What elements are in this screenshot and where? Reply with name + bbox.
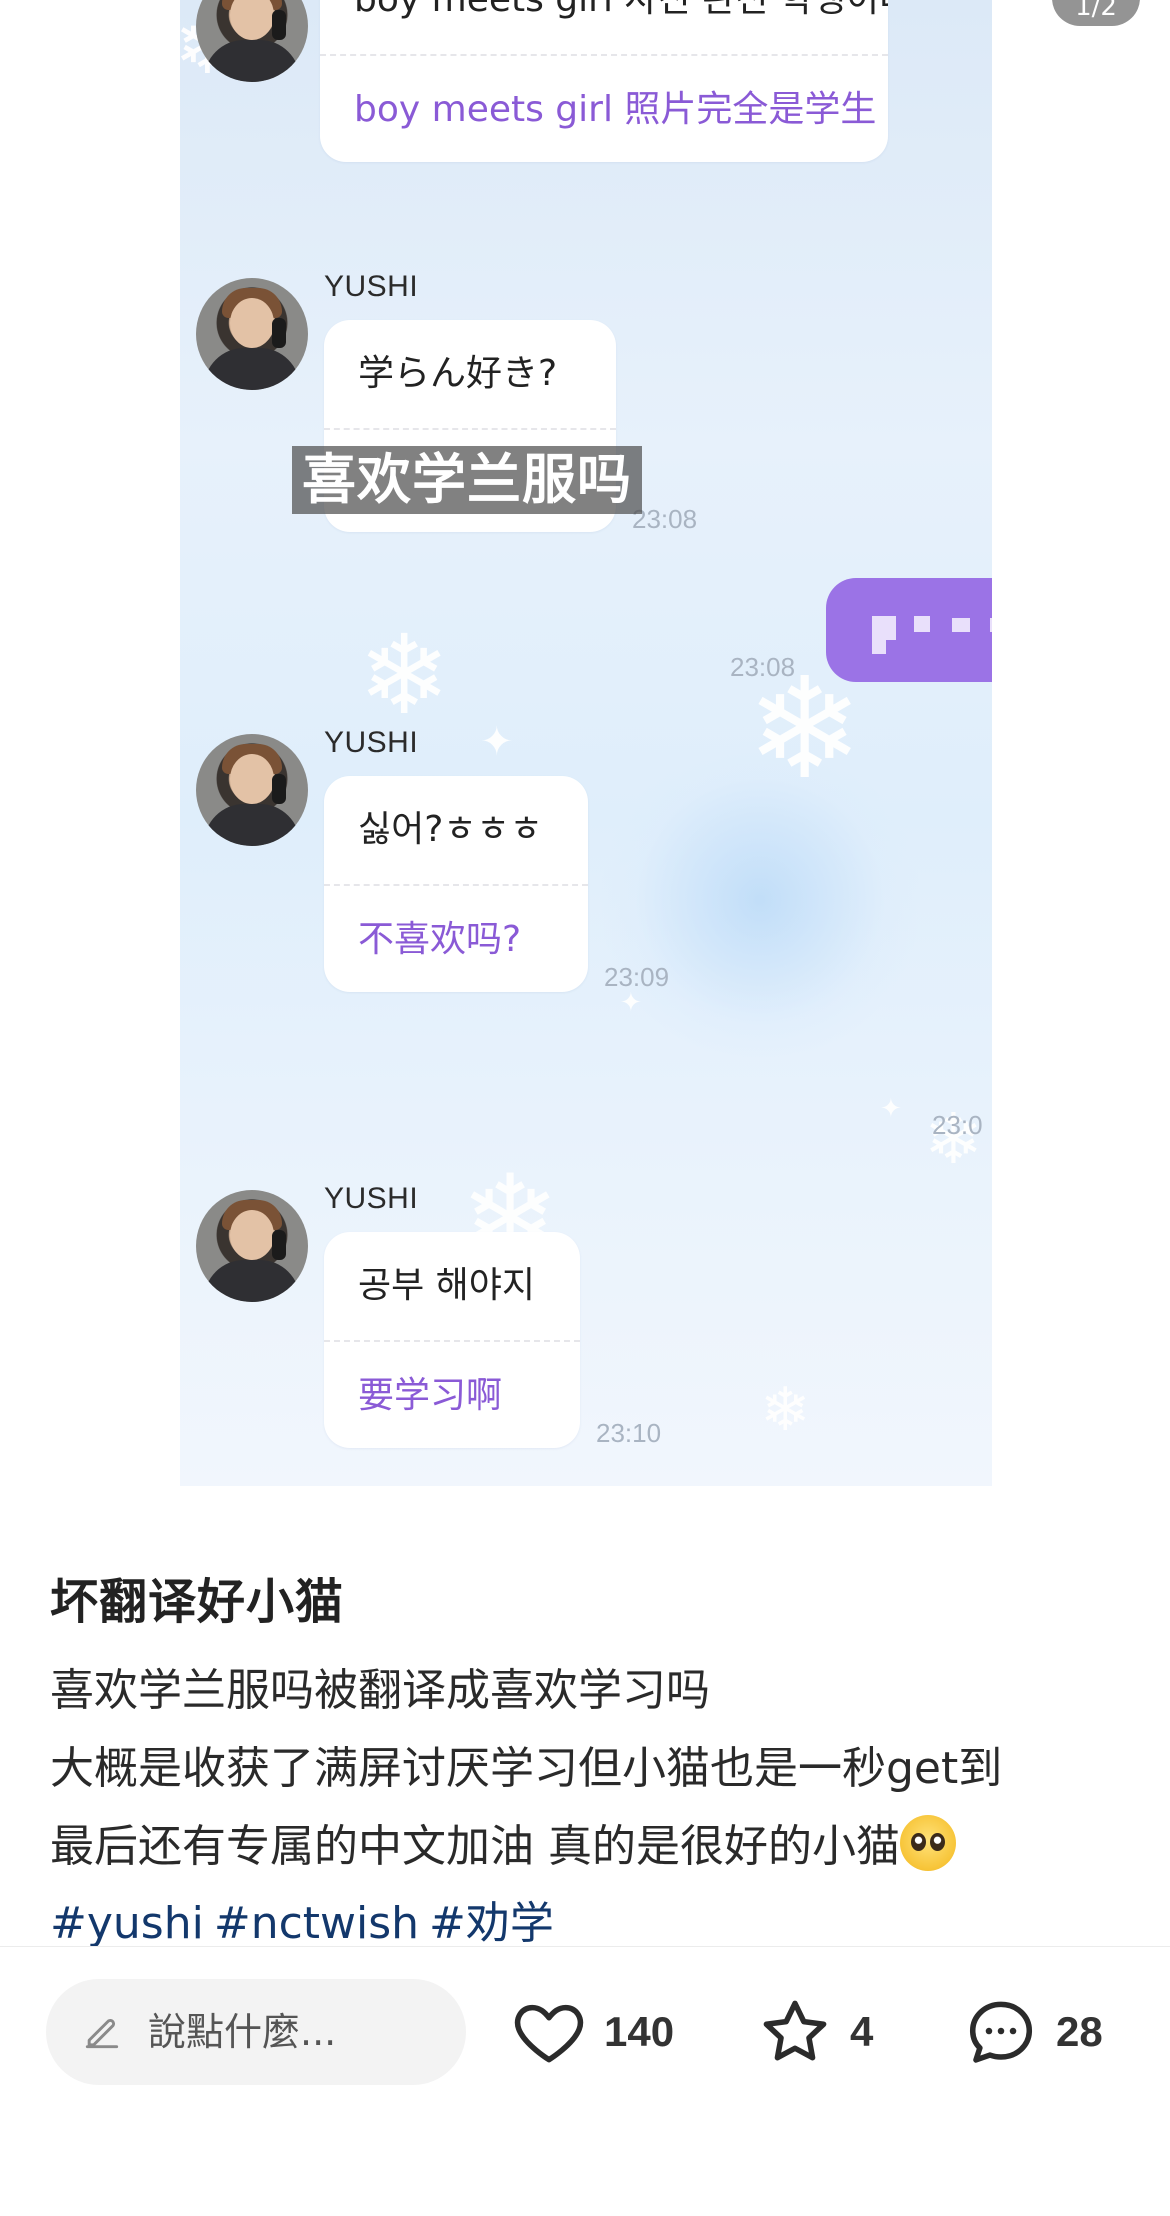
sender-name: YUSHI: [324, 270, 419, 303]
hashtag-list: #yushi #nctwish #劝学: [50, 1886, 1120, 1946]
hashtag-link[interactable]: #nctwish: [214, 1898, 419, 1946]
message-original-text: 싫어?ㅎㅎㅎ: [358, 809, 543, 850]
sent-message-bubble: [826, 578, 992, 682]
bottom-action-bar: 140 4 28: [0, 1946, 1170, 2216]
message-time: 23:0: [932, 1110, 983, 1140]
pencil-icon: [85, 2019, 119, 2049]
favorite-count: 4: [850, 2008, 874, 2055]
star-icon: [763, 2000, 827, 2061]
hashtag-link[interactable]: #yushi: [50, 1898, 204, 1946]
snowflake-icon: ✦: [880, 1094, 902, 1124]
post-title: 坏翻译好小猫: [50, 1574, 345, 1630]
snowflake-icon: ✦: [480, 719, 514, 765]
snowflake-icon: ❄: [760, 1375, 811, 1445]
comment-bubble-icon: [969, 2001, 1033, 2063]
pleading-face-emoji-icon: [900, 1815, 956, 1871]
like-count: 140: [604, 2008, 675, 2055]
post-body: 喜欢学兰服吗被翻译成喜欢学习吗 大概是收获了满屏讨厌学习但小猫也是一秒get到 …: [50, 1652, 1120, 1946]
sender-name: YUSHI: [324, 1182, 419, 1215]
sent-message-time: 23:08: [730, 652, 796, 682]
avatar[interactable]: [196, 1190, 308, 1302]
chat-screenshot-image[interactable]: ❄ ❄ ✦ ❄ ❄ ❄ ❄ ✦ ✦ boy meets girl 사진 완전 학…: [180, 0, 992, 1486]
post-body-line: 最后还有专属的中文加油 真的是很好的小猫: [50, 1808, 1120, 1886]
avatar[interactable]: [196, 278, 308, 390]
heart-icon: [514, 2004, 584, 2063]
message-translation-text: 不喜欢吗?: [324, 884, 588, 992]
message-translation-text: 要学习啊: [324, 1340, 580, 1448]
post-content: 坏翻译好小猫 喜欢学兰服吗被翻译成喜欢学习吗 大概是收获了满屏讨厌学习但小猫也是…: [50, 1562, 1120, 1946]
message-time: 23:10: [596, 1418, 662, 1448]
avatar[interactable]: [196, 734, 308, 846]
message-original-text: boy meets girl 사진 완전 학생이다: [320, 0, 888, 54]
message-bubble: boy meets girl 사진 완전 학생이다 boy meets girl…: [320, 0, 888, 162]
comment-input[interactable]: [148, 2010, 428, 2054]
image-carousel[interactable]: ❄ ❄ ✦ ❄ ❄ ❄ ❄ ✦ ✦ boy meets girl 사진 완전 학…: [0, 0, 1170, 1500]
comment-input-container[interactable]: [46, 1979, 466, 2085]
hashtag-link[interactable]: #劝学: [429, 1898, 554, 1946]
post-body-line-text: 最后还有专属的中文加油 真的是很好的小猫: [50, 1821, 900, 1872]
snowflake-icon: ✦: [620, 988, 642, 1018]
like-button[interactable]: 140: [510, 1987, 674, 2077]
snowflake-icon: ❄: [358, 611, 451, 739]
message-translation-text: boy meets girl 照片完全是学生: [320, 54, 888, 162]
subtitle-overlay: 喜欢学兰服吗: [292, 446, 642, 514]
message-time: 23:09: [604, 962, 670, 992]
comment-count: 28: [1056, 2008, 1103, 2055]
message-original-text: 学らん好き?: [358, 353, 558, 394]
comment-button[interactable]: 28: [962, 1987, 1103, 2077]
avatar[interactable]: [196, 0, 308, 82]
message-original-text: 공부 해야지: [358, 1265, 536, 1306]
post-body-line: 喜欢学兰服吗被翻译成喜欢学习吗: [50, 1665, 710, 1716]
sender-name: YUSHI: [324, 726, 419, 759]
message-bubble: 싫어?ㅎㅎㅎ 不喜欢吗?: [324, 776, 588, 992]
page-indicator: 1/2: [1052, 0, 1140, 26]
post-body-line: 大概是收获了满屏讨厌学习但小猫也是一秒get到: [50, 1743, 1003, 1794]
message-bubble: 공부 해야지 要学习啊: [324, 1232, 580, 1448]
favorite-button[interactable]: 4: [756, 1987, 873, 2077]
